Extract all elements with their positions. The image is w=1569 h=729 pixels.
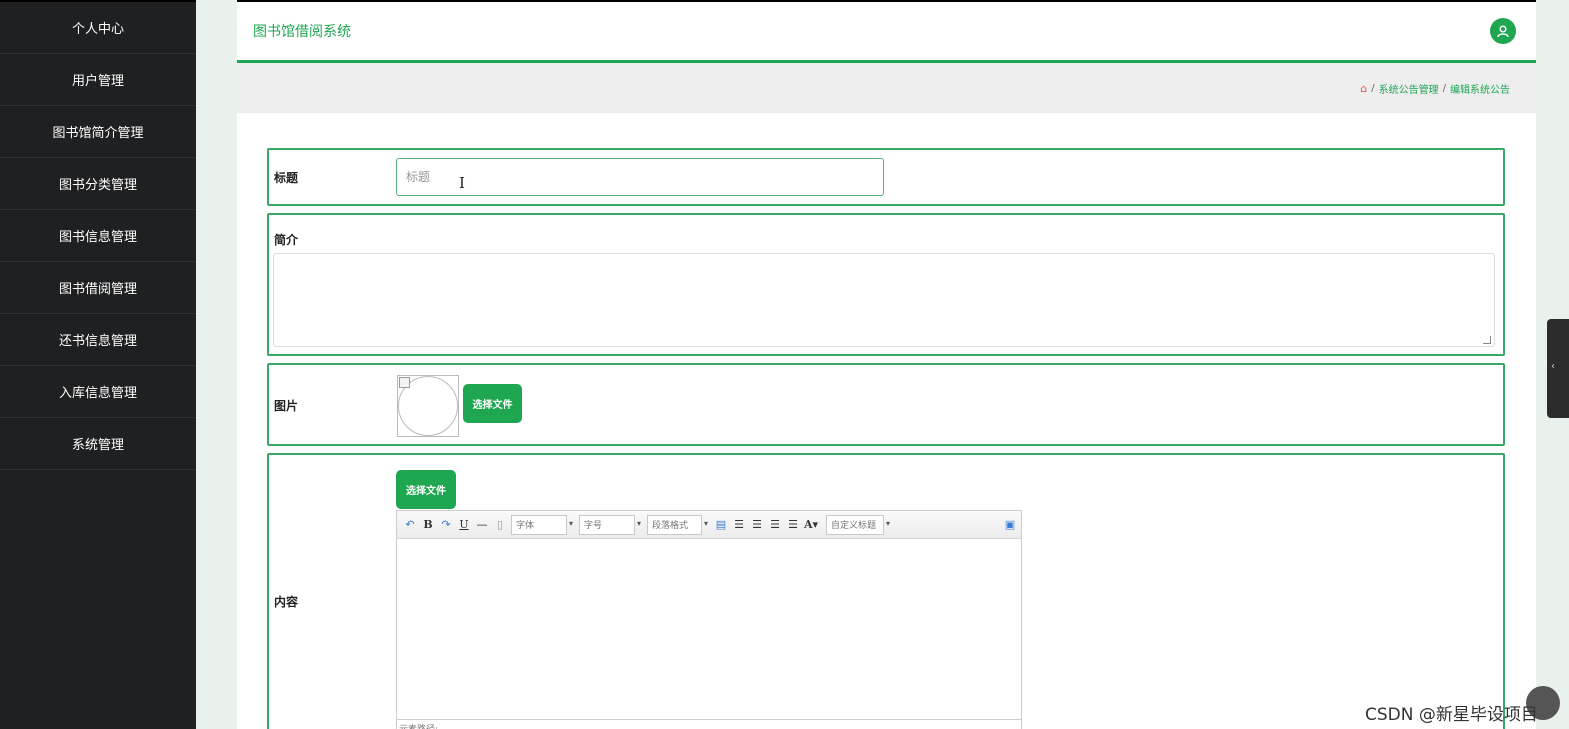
chevron-left-icon: ‹ — [1551, 361, 1555, 372]
editor-status-bar: 元素路径: — [397, 719, 1021, 729]
breadcrumb-separator: / — [1371, 82, 1375, 94]
sidebar-item-label: 用户管理 — [71, 74, 124, 89]
editor-toolbar: ↶ B ↷ U — ▯ 字体 字号 段落格式 ▤ ☰ ☰ ☰ ☰ — [397, 511, 1021, 539]
breadcrumb-link[interactable]: 系统公告管理 — [1379, 81, 1439, 96]
breadcrumb: ⌂ / 系统公告管理 / 编辑系统公告 — [237, 63, 1536, 113]
text-cursor-icon: I — [459, 174, 465, 192]
editor-content-area[interactable] — [397, 539, 1021, 729]
intro-row: 简介 — [267, 213, 1505, 356]
sidebar: 个人中心 用户管理 图书馆简介管理 图书分类管理 图书信息管理 图书借阅管理 还… — [0, 0, 196, 729]
sidebar-item-label: 入库信息管理 — [58, 386, 137, 401]
sidebar-item-label: 图书信息管理 — [58, 230, 137, 245]
font-color-icon[interactable]: A▾ — [804, 518, 818, 532]
align-center-icon[interactable]: ☰ — [750, 518, 764, 532]
horizontal-rule-icon[interactable]: — — [475, 518, 489, 532]
justify-icon[interactable]: ☰ — [786, 518, 800, 532]
content-choose-file-button[interactable]: 选择文件 — [396, 470, 456, 509]
sidebar-item-label: 图书借阅管理 — [58, 282, 137, 297]
sidebar-item-system[interactable]: 系统管理 — [0, 418, 196, 470]
sidebar-item-label: 还书信息管理 — [58, 334, 137, 349]
paste-icon[interactable]: ▯ — [493, 518, 507, 532]
sidebar-item-user-management[interactable]: 用户管理 — [0, 54, 196, 106]
sidebar-item-stock-in[interactable]: 入库信息管理 — [0, 366, 196, 418]
intro-label: 简介 — [274, 233, 299, 247]
sidebar-item-personal-center[interactable]: 个人中心 — [0, 2, 196, 54]
title-label: 标题 — [274, 171, 299, 185]
rich-text-editor: ↶ B ↷ U — ▯ 字体 字号 段落格式 ▤ ☰ ☰ ☰ ☰ — [396, 510, 1022, 729]
sidebar-item-book-borrow[interactable]: 图书借阅管理 — [0, 262, 196, 314]
content-row: 内容 选择文件 ↶ B ↷ U — ▯ 字体 字号 段落格式 ▤ ☰ — [267, 453, 1505, 729]
edit-form: 标题 I 简介 图片 选择文件 内容 选择文件 ↶ — [237, 113, 1536, 729]
bold-icon[interactable]: B — [421, 518, 435, 532]
sidebar-item-book-category[interactable]: 图书分类管理 — [0, 158, 196, 210]
undo-icon[interactable]: ↶ — [403, 518, 417, 532]
watermark: CSDN @新星毕设项目 — [1365, 705, 1538, 725]
image-choose-file-button[interactable]: 选择文件 — [463, 384, 522, 423]
breadcrumb-separator: / — [1442, 82, 1446, 94]
sidebar-item-book-return[interactable]: 还书信息管理 — [0, 314, 196, 366]
title-row: 标题 I — [267, 148, 1505, 206]
fullscreen-icon[interactable]: ▣ — [1003, 518, 1017, 532]
table-icon[interactable]: ▤ — [714, 518, 728, 532]
app-title: 图书馆借阅系统 — [253, 24, 351, 40]
home-icon[interactable]: ⌂ — [1360, 82, 1367, 95]
image-preview — [397, 375, 459, 437]
top-bar: 图书馆借阅系统 — [237, 0, 1536, 63]
custom-heading-select[interactable]: 自定义标题 — [826, 514, 890, 535]
underline-icon[interactable]: U — [457, 518, 471, 532]
sidebar-item-book-info[interactable]: 图书信息管理 — [0, 210, 196, 262]
sidebar-item-label: 系统管理 — [71, 438, 124, 453]
image-row: 图片 选择文件 — [267, 363, 1505, 446]
breadcrumb-current: 编辑系统公告 — [1450, 84, 1510, 96]
font-family-select[interactable]: 字体 — [511, 514, 573, 535]
side-panel-toggle[interactable]: ‹ — [1547, 319, 1569, 418]
sidebar-item-label: 图书分类管理 — [58, 178, 137, 193]
align-left-icon[interactable]: ☰ — [732, 518, 746, 532]
resize-handle-icon[interactable] — [1483, 336, 1491, 344]
user-icon[interactable] — [1490, 18, 1516, 44]
font-size-select[interactable]: 字号 — [579, 514, 641, 535]
sidebar-item-library-intro[interactable]: 图书馆简介管理 — [0, 106, 196, 158]
sidebar-item-label: 个人中心 — [71, 22, 124, 37]
sidebar-item-label: 图书馆简介管理 — [52, 126, 144, 141]
image-label: 图片 — [274, 399, 299, 413]
title-input[interactable] — [396, 158, 884, 196]
broken-image-icon — [399, 377, 410, 388]
content-label: 内容 — [274, 595, 299, 609]
redo-icon[interactable]: ↷ — [439, 518, 453, 532]
intro-textarea[interactable] — [273, 253, 1495, 347]
main-area: 图书馆借阅系统 ⌂ / 系统公告管理 / 编辑系统公告 标题 I 简介 图片 — [237, 0, 1536, 729]
paragraph-format-select[interactable]: 段落格式 — [647, 514, 708, 535]
align-right-icon[interactable]: ☰ — [768, 518, 782, 532]
